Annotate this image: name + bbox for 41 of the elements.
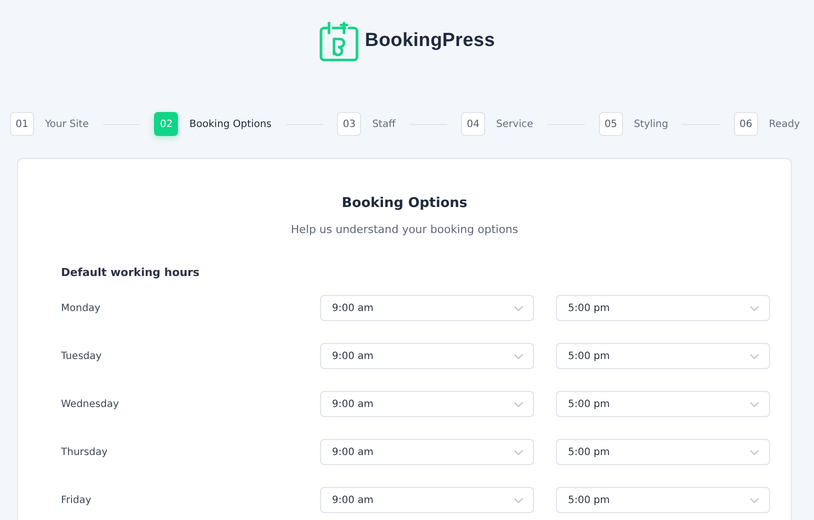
day-label: Thursday xyxy=(61,446,108,458)
step-label[interactable]: Ready xyxy=(768,118,800,130)
step-number[interactable]: 01 xyxy=(10,112,34,136)
start-time-select[interactable]: 9:00 am xyxy=(320,487,534,513)
step-number[interactable]: 03 xyxy=(337,112,362,136)
step-label[interactable]: Your Site xyxy=(45,118,89,130)
day-label: Friday xyxy=(61,494,92,506)
chevron-down-icon xyxy=(514,306,523,310)
end-time-select[interactable]: 5:00 pm xyxy=(556,439,770,465)
section-label: Default working hours xyxy=(61,266,200,279)
day-label: Tuesday xyxy=(61,350,103,362)
start-time-select[interactable]: 9:00 am xyxy=(320,343,534,369)
step-number[interactable]: 05 xyxy=(598,112,623,136)
day-label: Wednesday xyxy=(61,398,120,410)
chevron-down-icon xyxy=(514,450,523,454)
chevron-down-icon xyxy=(750,450,759,454)
end-time-select[interactable]: 5:00 pm xyxy=(556,343,770,369)
chevron-down-icon xyxy=(514,354,523,358)
end-time-select[interactable]: 5:00 pm xyxy=(556,391,770,417)
step-label[interactable]: Booking Options xyxy=(189,118,272,130)
step-label[interactable]: Styling xyxy=(634,118,668,130)
start-time-select[interactable]: 9:00 am xyxy=(320,391,534,417)
end-time-select[interactable]: 5:00 pm xyxy=(556,295,770,321)
card-subtitle: Help us understand your booking options xyxy=(290,223,520,236)
end-time-select[interactable]: 5:00 pm xyxy=(556,487,770,513)
chevron-down-icon xyxy=(514,498,523,502)
chevron-down-icon xyxy=(750,402,759,406)
brand-name: BookingPress xyxy=(364,30,496,52)
day-label: Monday xyxy=(61,302,102,314)
logo-icon xyxy=(318,20,359,62)
step-label[interactable]: Staff xyxy=(372,118,396,130)
card-title: Booking Options xyxy=(340,195,468,211)
step-number[interactable]: 06 xyxy=(734,112,758,136)
chevron-down-icon xyxy=(750,498,759,502)
step-number[interactable]: 04 xyxy=(461,112,486,136)
chevron-down-icon xyxy=(750,306,759,310)
start-time-select[interactable]: 9:00 am xyxy=(320,439,534,465)
start-time-select[interactable]: 9:00 am xyxy=(320,295,534,321)
step-label[interactable]: Service xyxy=(496,118,534,130)
chevron-down-icon xyxy=(750,354,759,358)
chevron-down-icon xyxy=(514,402,523,406)
